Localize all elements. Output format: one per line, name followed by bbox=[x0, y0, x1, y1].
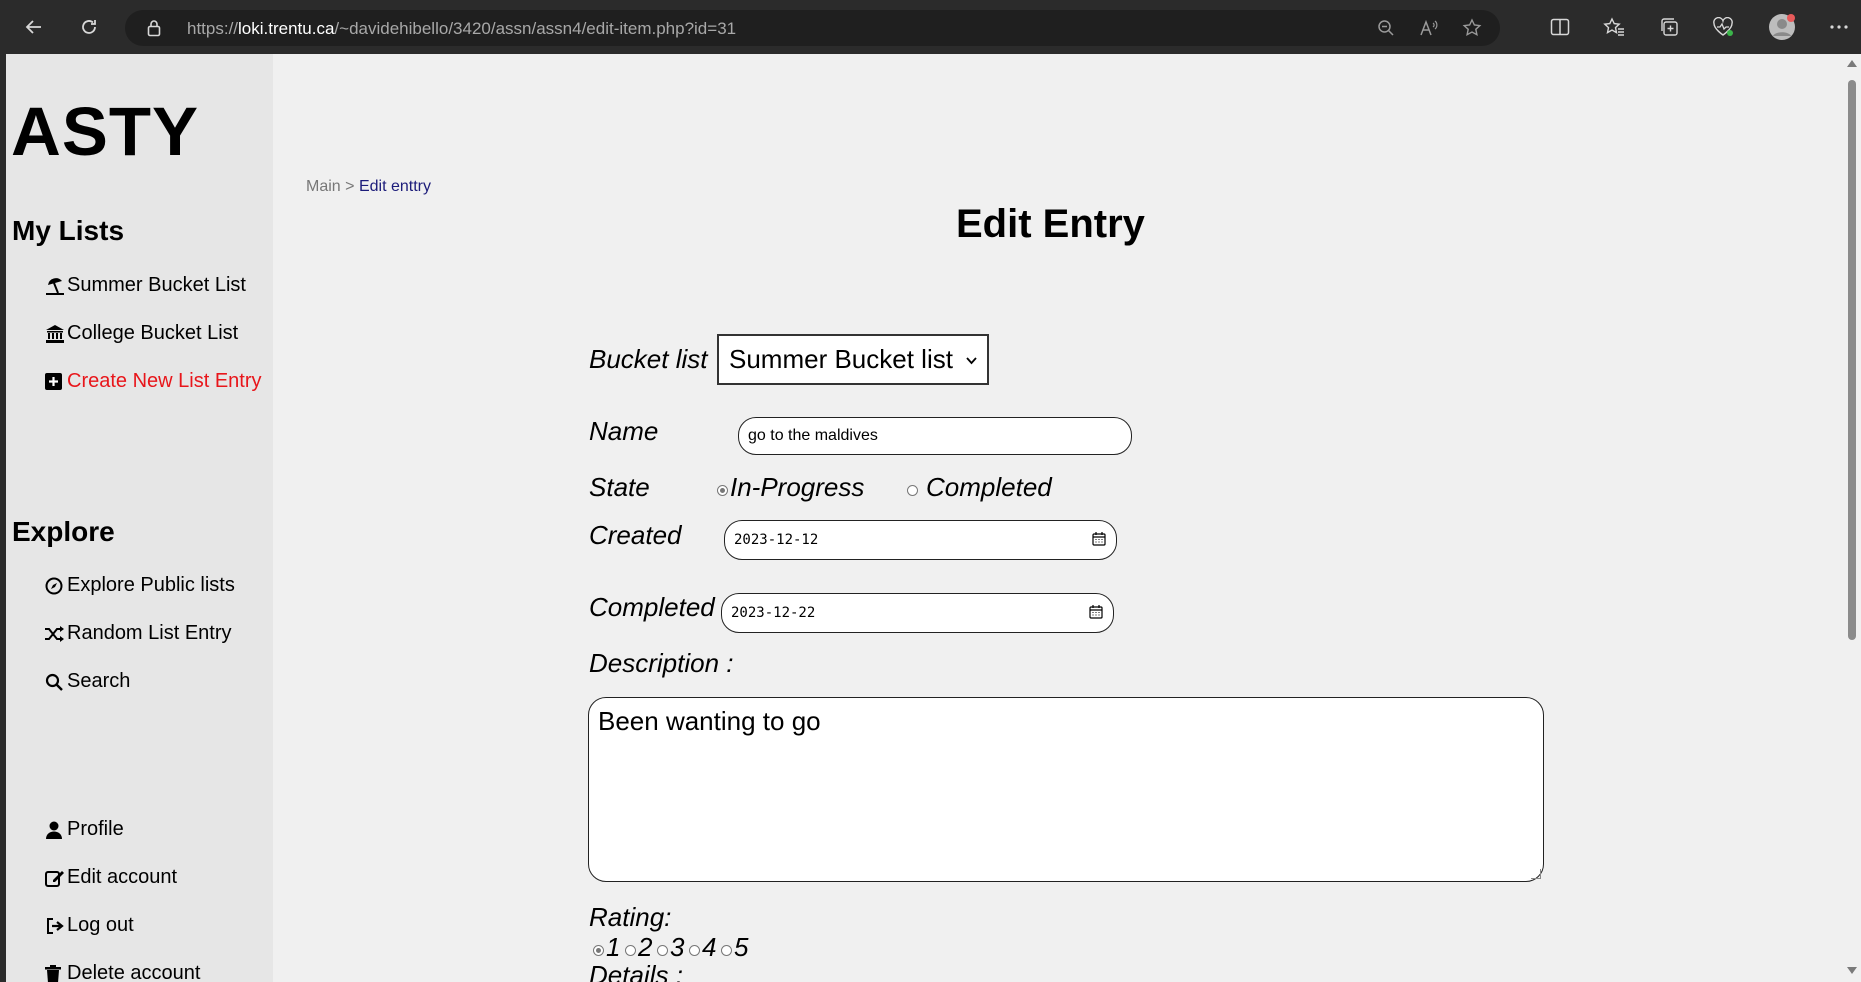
resize-grip-icon[interactable] bbox=[1531, 869, 1541, 879]
bucket-list-selected-value: Summer Bucket list bbox=[729, 344, 953, 374]
trash-icon bbox=[45, 964, 67, 982]
chevron-down-icon bbox=[966, 352, 977, 368]
scroll-up-arrow-icon[interactable] bbox=[1847, 60, 1857, 67]
browser-toolbar: https://loki.trentu.ca/~davidehibello/34… bbox=[0, 0, 1861, 54]
page-scrollbar[interactable] bbox=[1843, 54, 1861, 982]
state-option-in-progress-label: In-Progress bbox=[730, 472, 865, 502]
sidebar-item-random-list-entry[interactable]: Random List Entry bbox=[45, 622, 232, 645]
favorite-star-icon[interactable] bbox=[1460, 16, 1484, 40]
bucket-list-label: Bucket list bbox=[589, 344, 708, 374]
sidebar-item-delete-account[interactable]: Delete account bbox=[45, 962, 200, 982]
scroll-down-arrow-icon[interactable] bbox=[1847, 967, 1857, 974]
created-date-value: 2023-12-12 bbox=[734, 532, 819, 548]
bucket-list-select[interactable]: Summer Bucket list bbox=[717, 334, 989, 385]
refresh-button[interactable] bbox=[72, 10, 106, 44]
sidebar-item-search[interactable]: Search bbox=[45, 670, 130, 693]
state-option-completed-label: Completed bbox=[926, 472, 1052, 502]
completed-date-input[interactable]: 2023-12-22 bbox=[721, 593, 1114, 633]
url-scheme: https:// bbox=[187, 19, 239, 38]
description-value: Been wanting to go bbox=[598, 706, 821, 736]
rating-radio-3[interactable] bbox=[657, 945, 668, 956]
url-text: https://loki.trentu.ca/~davidehibello/34… bbox=[187, 19, 736, 39]
sidebar-item-summer-bucket-list[interactable]: Summer Bucket List bbox=[45, 274, 246, 297]
compass-icon bbox=[45, 576, 67, 596]
my-lists-heading: My Lists bbox=[12, 215, 125, 246]
edit-icon bbox=[45, 868, 67, 888]
url-domain: loki.trentu.ca bbox=[238, 19, 335, 38]
breadcrumb-current[interactable]: Edit enttry bbox=[359, 178, 431, 195]
read-aloud-icon[interactable] bbox=[1417, 16, 1441, 40]
sidebar-item-label: Explore Public lists bbox=[67, 574, 235, 596]
back-arrow-icon bbox=[25, 20, 41, 34]
umbrella-beach-icon bbox=[45, 276, 67, 296]
state-radio-completed[interactable] bbox=[907, 485, 918, 496]
search-icon bbox=[45, 672, 67, 692]
address-bar[interactable]: https://loki.trentu.ca/~davidehibello/34… bbox=[125, 10, 1500, 46]
sidebar-item-label: Delete account bbox=[67, 962, 201, 982]
rating-option-1-label: 1 bbox=[606, 932, 621, 962]
sidebar-item-college-bucket-list[interactable]: College Bucket List bbox=[45, 322, 238, 345]
favorites-icon[interactable] bbox=[1597, 10, 1631, 44]
split-screen-icon[interactable] bbox=[1543, 10, 1577, 44]
sidebar-item-label: Edit account bbox=[67, 866, 178, 888]
scrollbar-thumb[interactable] bbox=[1848, 80, 1856, 640]
rating-option-4-label: 4 bbox=[702, 932, 717, 962]
sidebar-item-label: Create New List Entry bbox=[67, 370, 262, 392]
collections-icon[interactable] bbox=[1652, 10, 1686, 44]
name-input[interactable] bbox=[738, 417, 1132, 455]
sidebar-item-label: Random List Entry bbox=[67, 622, 232, 644]
page-viewport: ASTY My Lists Summer Bucket List College… bbox=[6, 54, 1861, 982]
sidebar-item-label: Summer Bucket List bbox=[67, 274, 246, 296]
browser-essentials-icon[interactable] bbox=[1706, 10, 1740, 44]
back-button[interactable] bbox=[17, 10, 51, 44]
rating-radio-2[interactable] bbox=[625, 945, 636, 956]
rating-label: Rating: bbox=[589, 902, 672, 932]
sidebar-item-log-out[interactable]: Log out bbox=[45, 914, 134, 937]
sidebar-item-create-new-list-entry[interactable]: Create New List Entry bbox=[45, 370, 262, 393]
building-columns-icon bbox=[45, 324, 67, 344]
details-label: Details : bbox=[589, 960, 683, 982]
sidebar-item-label: Profile bbox=[67, 818, 124, 840]
calendar-icon[interactable] bbox=[1092, 532, 1106, 550]
shuffle-icon bbox=[45, 624, 67, 644]
created-label: Created bbox=[589, 520, 682, 550]
state-radio-in-progress[interactable] bbox=[717, 485, 728, 496]
calendar-icon[interactable] bbox=[1089, 605, 1103, 623]
state-label: State bbox=[589, 472, 650, 502]
rating-radio-4[interactable] bbox=[689, 945, 700, 956]
description-textarea[interactable]: Been wanting to go bbox=[588, 697, 1544, 882]
rating-option-5-label: 5 bbox=[734, 932, 749, 962]
refresh-icon bbox=[82, 20, 96, 34]
sidebar-item-label: College Bucket List bbox=[67, 322, 239, 344]
rating-radio-5[interactable] bbox=[721, 945, 732, 956]
zoom-out-icon[interactable] bbox=[1374, 16, 1398, 40]
description-label: Description : bbox=[589, 648, 734, 678]
user-icon bbox=[45, 820, 67, 840]
url-path: /~davidehibello/3420/assn/assn4/edit-ite… bbox=[334, 19, 737, 38]
rating-option-2-label: 2 bbox=[638, 932, 653, 962]
sidebar-item-edit-account[interactable]: Edit account bbox=[45, 866, 177, 889]
more-menu-icon[interactable] bbox=[1822, 10, 1856, 44]
completed-date-value: 2023-12-22 bbox=[731, 605, 816, 621]
sidebar: ASTY My Lists Summer Bucket List College… bbox=[6, 54, 273, 982]
logout-icon bbox=[45, 916, 67, 936]
sidebar-item-profile[interactable]: Profile bbox=[45, 818, 124, 841]
breadcrumb-main-link[interactable]: Main bbox=[306, 178, 341, 195]
breadcrumb: Main > Edit enttry bbox=[306, 178, 431, 196]
sidebar-item-explore-public-lists[interactable]: Explore Public lists bbox=[45, 574, 235, 597]
sidebar-item-label: Log out bbox=[67, 914, 134, 936]
plus-square-icon bbox=[45, 372, 67, 392]
page-title: Edit Entry bbox=[956, 202, 1145, 246]
breadcrumb-separator: > bbox=[345, 178, 355, 195]
name-label: Name bbox=[589, 416, 659, 446]
explore-heading: Explore bbox=[12, 516, 115, 547]
site-logo[interactable]: ASTY bbox=[11, 92, 199, 171]
profile-avatar-icon[interactable] bbox=[1765, 10, 1799, 44]
created-date-input[interactable]: 2023-12-12 bbox=[724, 520, 1117, 560]
lock-icon bbox=[147, 19, 161, 42]
rating-option-3-label: 3 bbox=[670, 932, 685, 962]
sidebar-item-label: Search bbox=[67, 670, 131, 692]
completed-label: Completed bbox=[589, 592, 715, 622]
rating-radio-1[interactable] bbox=[593, 945, 604, 956]
